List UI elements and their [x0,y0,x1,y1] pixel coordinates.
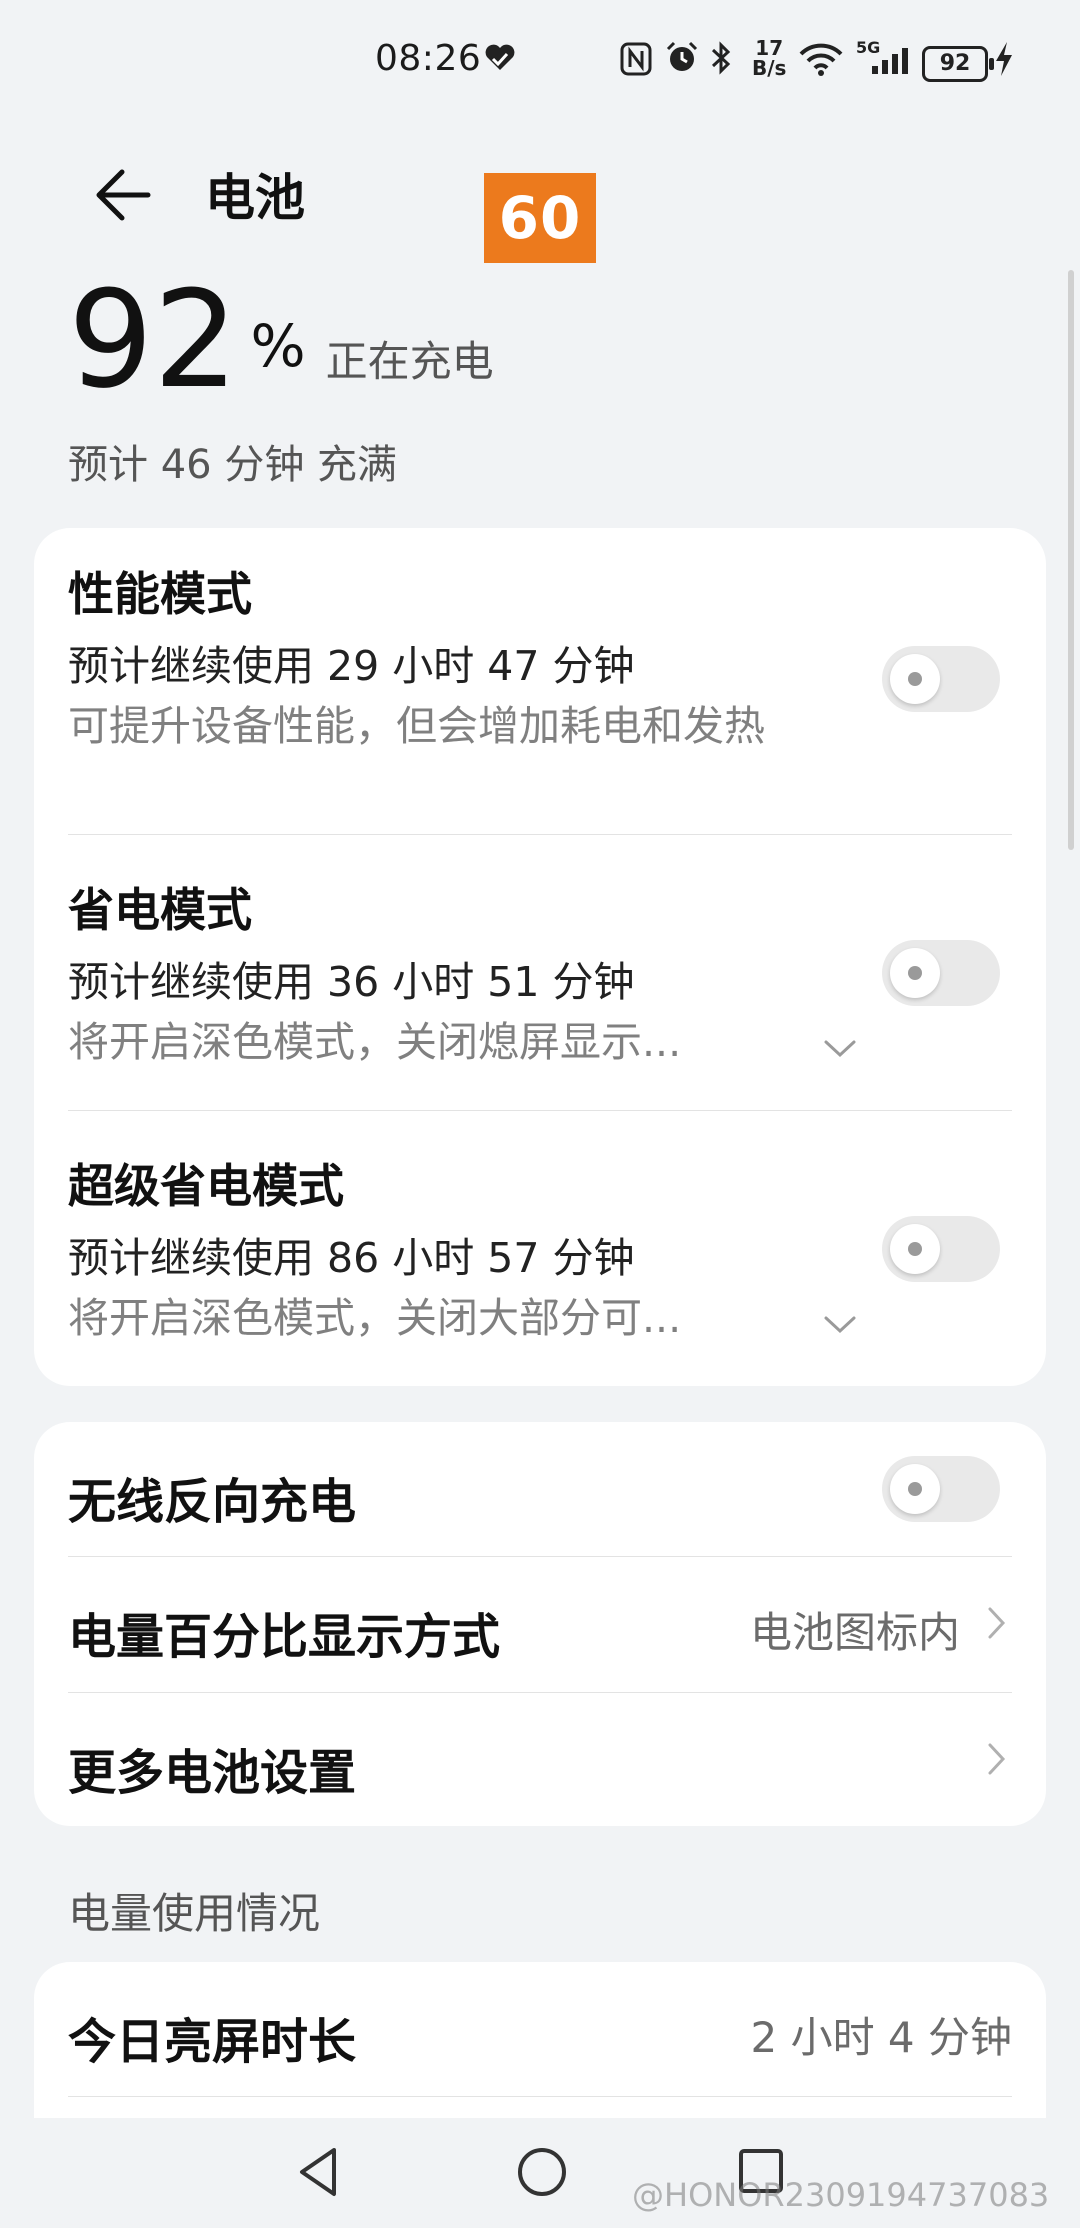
watermark: @HONOR2309194737083 [632,2176,1050,2214]
percent-display-label: 电量百分比显示方式 [68,1609,501,1665]
chevron-down-icon[interactable] [820,1028,860,1068]
mode-description: 将开启深色模式，关闭熄屏显示... [68,1018,682,1066]
performance-mode-toggle[interactable] [882,646,1000,712]
power-modes-card: 性能模式 预计继续使用 29 小时 47 分钟 可提升设备性能，但会增加耗电和发… [34,528,1046,1386]
battery-percent-sign: % [250,312,306,380]
reverse-charging-label: 无线反向充电 [68,1474,357,1530]
status-bar: 08:26 17 B/s 5G 92 [0,0,1080,120]
mode-title: 性能模式 [68,567,252,621]
battery-percent-block: 92% 正在充电 [68,270,494,410]
back-triangle-icon[interactable] [294,2144,344,2200]
page-title: 电池 [205,169,305,227]
toggle-knob [890,654,940,704]
reverse-charging-toggle[interactable] [882,1456,1000,1522]
battery-percent-value: 92 [68,262,239,418]
scrollbar[interactable] [1068,270,1074,850]
toggle-knob [890,948,940,998]
chevron-right-icon [976,1603,1016,1643]
mode-description: 将开启深色模式，关闭大部分可... [68,1294,682,1342]
screen-on-time-label: 今日亮屏时长 [68,2014,357,2070]
status-time: 08:26 [375,38,482,79]
net-speed-icon: 17 B/s [752,36,787,80]
more-battery-settings-label: 更多电池设置 [68,1745,357,1801]
home-circle-icon[interactable] [514,2144,570,2200]
bluetooth-icon [708,40,734,84]
toggle-knob [890,1224,940,1274]
heart-shield-icon [482,40,518,84]
estimate-full-charge: 预计 46 分钟 充满 [68,442,398,488]
power-saving-toggle[interactable] [882,940,1000,1006]
battery-settings-card: 无线反向充电 电量百分比显示方式 电池图标内 更多电池设置 [34,1422,1046,1826]
screen-on-time-value: 2 小时 4 分钟 [750,2013,1013,2062]
battery-icon: 92 [922,46,994,82]
wifi-icon [798,42,844,84]
super-power-saving-toggle[interactable] [882,1216,1000,1282]
charging-status: 正在充电 [325,337,494,386]
nfc-icon [620,42,652,84]
mode-description: 可提升设备性能，但会增加耗电和发热 [68,702,765,750]
screen-on-time-row[interactable]: 今日亮屏时长 2 小时 4 分钟 [34,1962,1046,2096]
chevron-down-icon[interactable] [820,1304,860,1344]
chevron-right-icon [976,1739,1016,1779]
percent-display-value: 电池图标内 [749,1608,960,1657]
toggle-knob [890,1464,940,1514]
mode-title: 省电模式 [68,883,252,937]
divider [68,1110,1012,1111]
mode-title: 超级省电模式 [68,1159,344,1213]
divider [68,834,1012,835]
divider [68,2096,1012,2097]
more-battery-settings-row[interactable]: 更多电池设置 [34,1693,1046,1826]
page-header: 电池 [0,140,1080,250]
percent-display-row[interactable]: 电量百分比显示方式 电池图标内 [34,1557,1046,1691]
charging-bolt-icon [994,42,1014,84]
back-arrow-icon[interactable] [88,160,158,230]
usage-section-label: 电量使用情况 [68,1889,321,1938]
alarm-icon [664,40,700,84]
